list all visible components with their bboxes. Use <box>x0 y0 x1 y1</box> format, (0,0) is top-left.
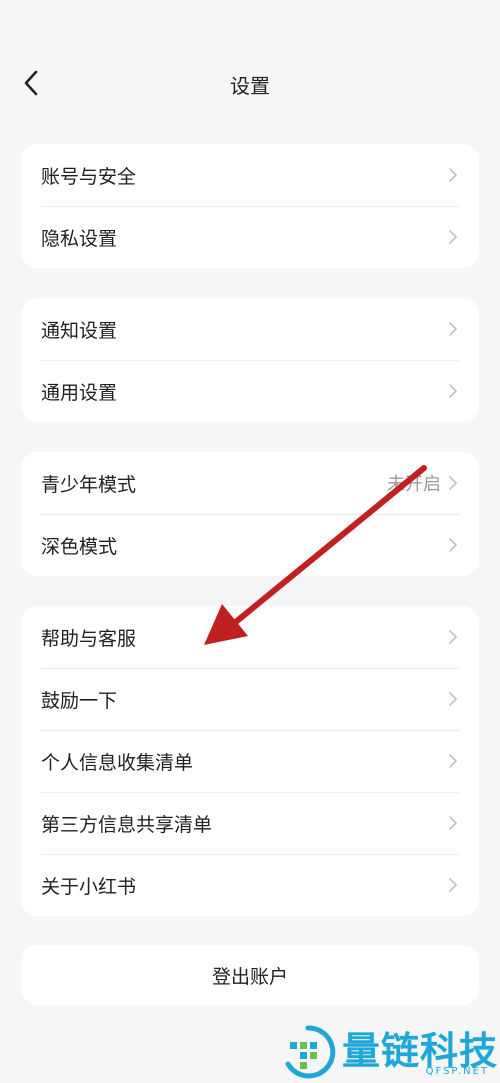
settings-group-about: 帮助与客服 鼓励一下 个人信息收集清单 第三方信息共享清单 关于小红书 <box>21 606 479 916</box>
settings-item-encourage[interactable]: 鼓励一下 <box>21 668 479 730</box>
settings-item-teen-mode[interactable]: 青少年模式 未开启 <box>21 452 479 514</box>
chevron-right-icon <box>447 475 459 491</box>
teen-mode-status: 未开启 <box>387 474 441 495</box>
settings-group-account: 账号与安全 隐私设置 <box>21 144 479 268</box>
settings-item-notifications[interactable]: 通知设置 <box>21 298 479 360</box>
settings-item-label: 隐私设置 <box>41 227 118 250</box>
settings-group-general: 通知设置 通用设置 <box>21 298 479 422</box>
watermark-logo-icon <box>285 1025 336 1079</box>
settings-item-label: 通知设置 <box>41 319 118 342</box>
settings-item-privacy[interactable]: 隐私设置 <box>21 206 479 268</box>
settings-item-label: 深色模式 <box>41 535 118 558</box>
settings-item-label: 个人信息收集清单 <box>41 751 194 774</box>
settings-item-label: 青少年模式 <box>41 473 137 496</box>
settings-item-label: 鼓励一下 <box>41 689 118 712</box>
settings-page: 设置 账号与安全 隐私设置 通知设置 通用设置 青少年模式 未开启 深色模式 帮… <box>0 0 500 1083</box>
chevron-right-icon <box>447 537 459 553</box>
chevron-right-icon <box>447 321 459 337</box>
chevron-right-icon <box>447 229 459 245</box>
chevron-right-icon <box>447 877 459 893</box>
logout-label: 登出账户 <box>211 965 288 988</box>
settings-item-personal-info-list[interactable]: 个人信息收集清单 <box>21 730 479 792</box>
page-title: 设置 <box>230 74 270 98</box>
watermark: 量链科技 QFSP.NET <box>280 1020 497 1080</box>
chevron-right-icon <box>447 167 459 183</box>
settings-item-label: 账号与安全 <box>41 165 137 188</box>
settings-item-dark-mode[interactable]: 深色模式 <box>21 514 479 576</box>
chevron-right-icon <box>447 753 459 769</box>
settings-item-label: 第三方信息共享清单 <box>41 813 213 836</box>
settings-item-label: 通用设置 <box>41 381 118 404</box>
settings-item-general[interactable]: 通用设置 <box>21 360 479 422</box>
watermark-subtitle: QFSP.NET <box>425 1066 489 1077</box>
header: 设置 <box>0 52 500 114</box>
chevron-right-icon <box>447 383 459 399</box>
settings-item-account-security[interactable]: 账号与安全 <box>21 144 479 206</box>
settings-item-label: 帮助与客服 <box>41 627 137 650</box>
settings-item-help-support[interactable]: 帮助与客服 <box>21 606 479 668</box>
settings-item-about-app[interactable]: 关于小红书 <box>21 854 479 916</box>
chevron-right-icon <box>447 629 459 645</box>
settings-group-modes: 青少年模式 未开启 深色模式 <box>21 452 479 576</box>
settings-item-label: 关于小红书 <box>41 875 137 898</box>
chevron-right-icon <box>447 815 459 831</box>
settings-item-third-party-sharing[interactable]: 第三方信息共享清单 <box>21 792 479 854</box>
logout-button[interactable]: 登出账户 <box>21 945 479 1005</box>
chevron-right-icon <box>447 691 459 707</box>
